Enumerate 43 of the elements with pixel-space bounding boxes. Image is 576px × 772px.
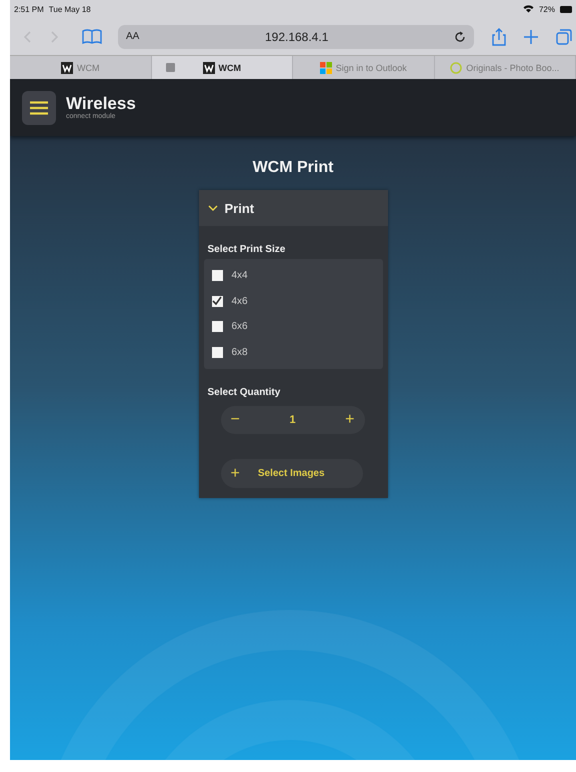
size-option[interactable]: 4x4 <box>232 270 248 282</box>
logo-title: Wireless <box>66 95 136 113</box>
panel-header[interactable]: Print <box>198 190 388 226</box>
menu-button[interactable] <box>22 90 56 124</box>
browser-tab[interactable]: WCM <box>152 56 293 79</box>
address-bar[interactable]: AA 192.168.4.1 <box>118 24 474 48</box>
size-option[interactable]: 6x8 <box>232 346 248 358</box>
tab-label: WCM <box>218 62 241 72</box>
url-text: 192.168.4.1 <box>264 30 330 44</box>
wifi-icon <box>522 5 534 13</box>
chevron-icon <box>208 205 218 211</box>
checkbox[interactable] <box>212 296 222 307</box>
checkbox[interactable] <box>212 270 222 282</box>
checkbox[interactable] <box>212 321 222 332</box>
section-label: Select Quantity <box>208 387 282 398</box>
checkbox[interactable] <box>212 346 222 358</box>
status-date: Tue May 18 <box>48 4 91 14</box>
size-option[interactable]: 4x6 <box>232 296 248 307</box>
site-icon <box>202 62 214 74</box>
increment-button[interactable]: + <box>339 411 360 429</box>
book-icon[interactable] <box>82 29 102 44</box>
menu-icon <box>30 100 48 114</box>
squares-icon <box>320 62 332 74</box>
decrement-button[interactable]: − <box>224 411 246 429</box>
tab-label: Sign in to Outlook <box>336 62 407 72</box>
section-label: Select Print Size <box>208 244 286 255</box>
tab-label: WCM <box>77 62 100 72</box>
close-icon[interactable] <box>166 63 174 72</box>
tabs-icon[interactable] <box>556 28 572 44</box>
page-title: WCM Print <box>252 159 334 177</box>
tab-label: Originals - Photo Boo... <box>466 62 560 72</box>
select-images-button[interactable]: + Select Images <box>220 459 362 488</box>
size-option[interactable]: 6x6 <box>232 321 248 332</box>
reader-button[interactable]: AA <box>126 31 140 42</box>
reload-icon[interactable] <box>454 30 466 42</box>
ring-icon <box>450 62 462 74</box>
status-time: 2:51 PM <box>14 4 44 14</box>
battery-percent: 72% <box>538 4 555 14</box>
battery-icon <box>560 6 572 12</box>
site-icon <box>61 62 73 74</box>
quantity-value: 1 <box>289 414 296 426</box>
share-icon[interactable] <box>492 28 506 46</box>
plus-icon[interactable] <box>524 30 538 44</box>
